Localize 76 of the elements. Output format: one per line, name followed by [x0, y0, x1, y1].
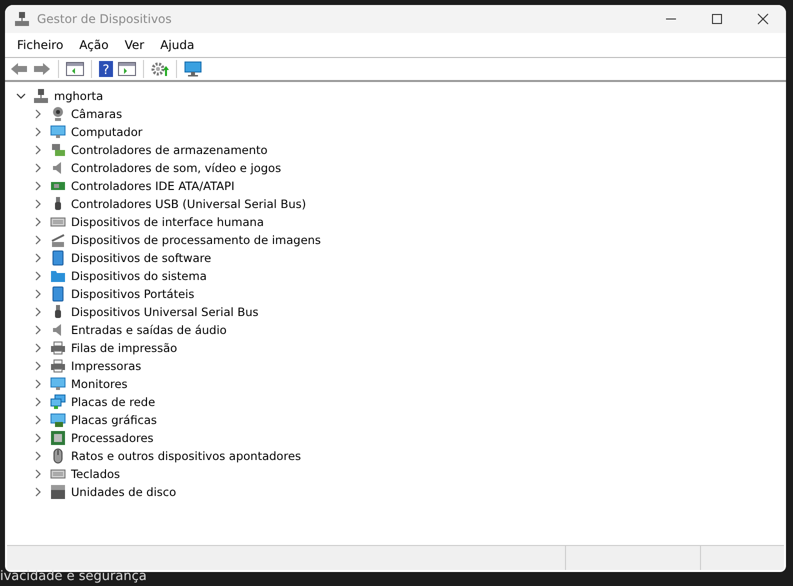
tree-item[interactable]: Filas de impressão [71, 341, 178, 355]
tree-item[interactable]: Computador [71, 125, 142, 139]
monitor-icon[interactable] [184, 61, 202, 77]
forward-arrow-icon[interactable] [33, 62, 51, 76]
tree-item[interactable]: Placas gráficas [71, 413, 157, 427]
tree-item[interactable]: Placas de rede [71, 395, 156, 409]
network-icon [50, 394, 66, 410]
monitor-icon [50, 376, 66, 392]
expand-chevron-icon[interactable] [33, 199, 43, 209]
help-icon[interactable]: ? [99, 61, 113, 77]
expand-chevron-icon[interactable] [33, 145, 43, 155]
tree-item[interactable]: Dispositivos do sistema [71, 269, 207, 283]
tablet-icon [50, 250, 66, 266]
expand-chevron-icon[interactable] [33, 109, 43, 119]
expand-chevron-icon[interactable] [33, 361, 43, 371]
expand-chevron-icon[interactable] [33, 397, 43, 407]
printer-icon [50, 340, 66, 356]
panel-icon[interactable] [66, 62, 84, 76]
expand-chevron-icon[interactable] [33, 487, 43, 497]
storage-icon [50, 142, 66, 158]
tree-item[interactable]: Controladores de som, vídeo e jogos [71, 161, 282, 175]
tree-item[interactable]: Monitores [71, 377, 128, 391]
expand-chevron-icon[interactable] [33, 181, 43, 191]
tree-item[interactable]: Processadores [71, 431, 154, 445]
expand-chevron-icon[interactable] [33, 127, 43, 137]
expand-chevron-icon[interactable] [16, 91, 26, 101]
window-title: Gestor de Dispositivos [37, 12, 172, 26]
expand-chevron-icon[interactable] [33, 433, 43, 443]
back-arrow-icon[interactable] [10, 62, 28, 76]
expand-chevron-icon[interactable] [33, 307, 43, 317]
tree-item[interactable]: Teclados [71, 467, 120, 481]
computer-network-icon [14, 11, 30, 27]
tree-item[interactable]: Controladores USB (Universal Serial Bus) [71, 197, 306, 211]
expand-chevron-icon[interactable] [33, 163, 43, 173]
tree-item[interactable]: Dispositivos Portáteis [71, 287, 194, 301]
maximize-icon [711, 13, 723, 25]
menu-item[interactable]: Ficheiro [9, 38, 72, 52]
expand-chevron-icon[interactable] [33, 271, 43, 281]
monitor-icon [50, 124, 66, 140]
tree-item[interactable]: Ratos e outros dispositivos apontadores [71, 449, 302, 463]
gear-icon[interactable] [151, 61, 169, 77]
display-card-icon [50, 412, 66, 428]
tree-item[interactable]: Câmaras [71, 107, 122, 121]
menu-item[interactable]: Ação [71, 38, 117, 52]
expand-chevron-icon[interactable] [33, 217, 43, 227]
printer-icon [50, 358, 66, 374]
tree-item[interactable]: mghorta [54, 89, 104, 103]
scanner-icon [50, 232, 66, 248]
expand-chevron-icon[interactable] [33, 451, 43, 461]
tree-item[interactable]: Controladores IDE ATA/ATAPI [71, 179, 234, 193]
tree-item[interactable]: Dispositivos de interface humana [71, 215, 264, 229]
expand-chevron-icon[interactable] [33, 235, 43, 245]
expand-chevron-icon[interactable] [33, 289, 43, 299]
tree-item[interactable]: Entradas e saídas de áudio [71, 323, 227, 337]
expand-chevron-icon[interactable] [33, 469, 43, 479]
computer-network-icon [33, 88, 49, 104]
chip-icon [50, 430, 66, 446]
tree-item[interactable]: Controladores de armazenamento [71, 143, 268, 157]
tree-item[interactable]: Dispositivos Universal Serial Bus [71, 305, 259, 319]
tree-item[interactable]: Impressoras [71, 359, 142, 373]
tablet-icon [50, 286, 66, 302]
tree-item[interactable]: Dispositivos de processamento de imagens [71, 233, 321, 247]
background-text: ivacidade e segurança [0, 569, 147, 584]
expand-chevron-icon[interactable] [33, 415, 43, 425]
camera-icon [50, 106, 66, 122]
menu-item[interactable]: Ver [116, 38, 152, 52]
expand-chevron-icon[interactable] [33, 343, 43, 353]
close-icon [757, 13, 769, 25]
menu-item[interactable]: Ajuda [152, 38, 202, 52]
expand-chevron-icon[interactable] [33, 379, 43, 389]
expand-chevron-icon[interactable] [33, 253, 43, 263]
panel-icon[interactable] [118, 62, 136, 76]
tree-item[interactable]: Dispositivos de software [71, 251, 212, 265]
tree-item[interactable]: Unidades de disco [71, 485, 176, 499]
folder-icon [50, 268, 66, 284]
expand-chevron-icon[interactable] [33, 325, 43, 335]
